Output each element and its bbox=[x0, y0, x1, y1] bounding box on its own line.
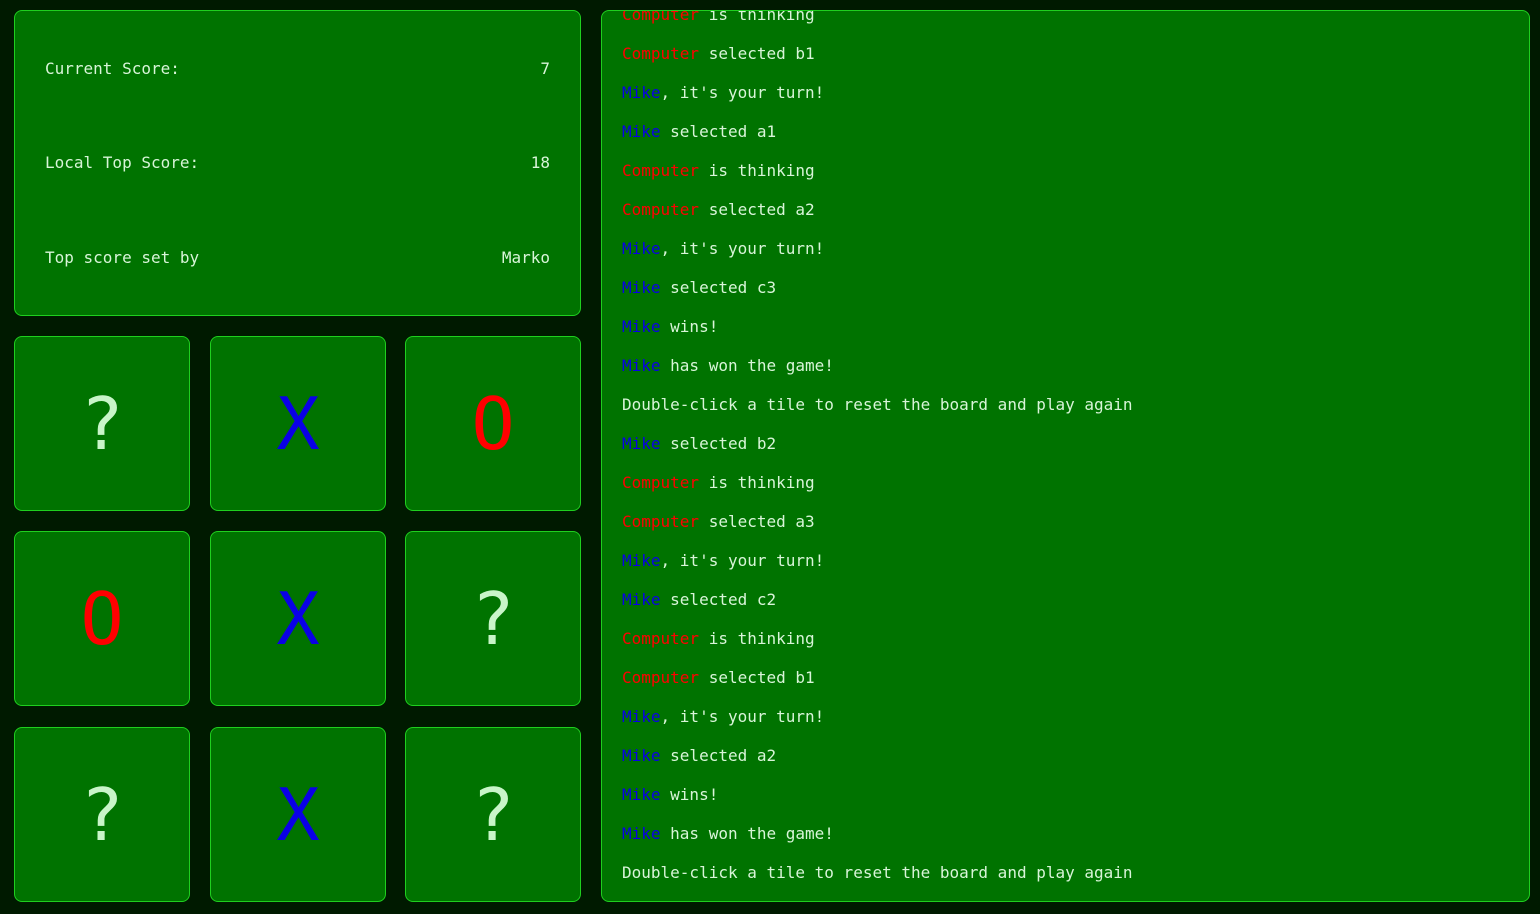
tile-b1[interactable]: O bbox=[14, 531, 190, 706]
game-board: ? X O O X ? ? X ? bbox=[14, 336, 581, 902]
log-entry: Computer selected a3 bbox=[622, 502, 1509, 541]
top-score-holder-value: Marko bbox=[501, 248, 550, 267]
log-entry: Computer is thinking bbox=[622, 619, 1509, 658]
log-entry: Double-click a tile to reset the board a… bbox=[622, 385, 1509, 424]
log-message: selected a3 bbox=[699, 512, 815, 531]
log-player-name: Mike bbox=[622, 83, 661, 102]
game-log-panel[interactable]: Computer is thinking Computer selected b1… bbox=[601, 10, 1530, 902]
tile-a1[interactable]: ? bbox=[14, 336, 190, 511]
log-entry: Mike selected a2 bbox=[622, 736, 1509, 775]
log-message: selected a2 bbox=[699, 200, 815, 219]
log-computer-name: Computer bbox=[622, 668, 700, 687]
tile-b2[interactable]: X bbox=[210, 531, 386, 706]
log-computer-name: Computer bbox=[622, 200, 700, 219]
log-computer-name: Computer bbox=[622, 629, 700, 648]
log-entry: Double-click a tile to reset the board a… bbox=[622, 853, 1509, 892]
top-score-holder-label: Top score set by bbox=[45, 248, 200, 267]
log-entry: Mike has won the game! bbox=[622, 346, 1509, 385]
log-message: is thinking bbox=[699, 10, 815, 24]
log-entry: Mike selected a1 bbox=[622, 112, 1509, 151]
log-entry: Mike selected c2 bbox=[622, 580, 1509, 619]
log-computer-name: Computer bbox=[622, 512, 700, 531]
log-message: , it's your turn! bbox=[660, 239, 825, 258]
current-score-label: Current Score: bbox=[45, 59, 180, 78]
log-player-name: Mike bbox=[622, 122, 661, 141]
log-player-name: Mike bbox=[622, 278, 661, 297]
top-score-row: Local Top Score: 18 bbox=[45, 153, 550, 173]
top-score-holder-row: Top score set by Marko bbox=[45, 248, 550, 268]
log-message: selected a1 bbox=[660, 122, 777, 141]
log-computer-name: Computer bbox=[622, 161, 700, 180]
current-score-row: Current Score: 7 bbox=[45, 59, 550, 79]
log-player-name: Mike bbox=[622, 239, 661, 258]
current-score-value: 7 bbox=[540, 59, 550, 78]
log-entry: Computer is thinking bbox=[622, 151, 1509, 190]
log-player-name: Mike bbox=[622, 356, 661, 375]
log-entry: Computer is thinking bbox=[622, 10, 1509, 34]
tile-a2[interactable]: X bbox=[210, 336, 386, 511]
log-entry: Mike has won the game! bbox=[622, 814, 1509, 853]
log-message: selected b1 bbox=[699, 44, 815, 63]
log-entry: Mike, it's your turn! bbox=[622, 229, 1509, 268]
log-entry: Computer is thinking bbox=[622, 463, 1509, 502]
log-message: has won the game! bbox=[660, 824, 834, 843]
log-message: wins! bbox=[660, 785, 719, 804]
log-player-name: Mike bbox=[622, 746, 661, 765]
log-entry: Mike wins! bbox=[622, 307, 1509, 346]
log-player-name: Mike bbox=[622, 824, 661, 843]
tile-c1[interactable]: ? bbox=[14, 727, 190, 902]
log-message: is thinking bbox=[699, 161, 815, 180]
log-entry: Computer selected b1 bbox=[622, 658, 1509, 697]
log-entry: Mike, it's your turn! bbox=[622, 697, 1509, 736]
log-message: wins! bbox=[660, 317, 719, 336]
log-computer-name: Computer bbox=[622, 473, 700, 492]
log-message: selected b1 bbox=[699, 668, 815, 687]
top-score-label: Local Top Score: bbox=[45, 153, 200, 172]
log-entry: Mike wins! bbox=[622, 775, 1509, 814]
top-score-value: 18 bbox=[530, 153, 550, 172]
log-player-name: Mike bbox=[622, 707, 661, 726]
log-player-name: Mike bbox=[622, 785, 661, 804]
log-message: is thinking bbox=[699, 629, 815, 648]
log-entry: Mike selected b2 bbox=[622, 424, 1509, 463]
tile-c3[interactable]: ? bbox=[405, 727, 581, 902]
log-message: Double-click a tile to reset the board a… bbox=[622, 863, 1133, 882]
log-player-name: Mike bbox=[622, 434, 661, 453]
tile-a3[interactable]: O bbox=[405, 336, 581, 511]
log-message: Double-click a tile to reset the board a… bbox=[622, 395, 1133, 414]
log-message: , it's your turn! bbox=[660, 551, 825, 570]
log-message: has won the game! bbox=[660, 356, 834, 375]
log-message: selected a2 bbox=[660, 746, 777, 765]
log-message: , it's your turn! bbox=[660, 707, 825, 726]
log-player-name: Mike bbox=[622, 590, 661, 609]
log-message: is thinking bbox=[699, 473, 815, 492]
log-entry: Mike selected c3 bbox=[622, 268, 1509, 307]
tile-b3[interactable]: ? bbox=[405, 531, 581, 706]
log-entry: Computer selected b1 bbox=[622, 34, 1509, 73]
log-entry: Mike, it's your turn! bbox=[622, 541, 1509, 580]
log-computer-name: Computer bbox=[622, 44, 700, 63]
log-message: selected b2 bbox=[660, 434, 777, 453]
log-computer-name: Computer bbox=[622, 10, 700, 24]
log-message: selected c3 bbox=[660, 278, 777, 297]
log-player-name: Mike bbox=[622, 317, 661, 336]
game-log: Computer is thinking Computer selected b1… bbox=[622, 10, 1509, 892]
log-message: , it's your turn! bbox=[660, 83, 825, 102]
log-message: selected c2 bbox=[660, 590, 777, 609]
tile-c2[interactable]: X bbox=[210, 727, 386, 902]
log-entry: Mike, it's your turn! bbox=[622, 73, 1509, 112]
score-panel: Current Score: 7 Local Top Score: 18 Top… bbox=[14, 10, 581, 316]
log-entry: Computer selected a2 bbox=[622, 190, 1509, 229]
log-player-name: Mike bbox=[622, 551, 661, 570]
